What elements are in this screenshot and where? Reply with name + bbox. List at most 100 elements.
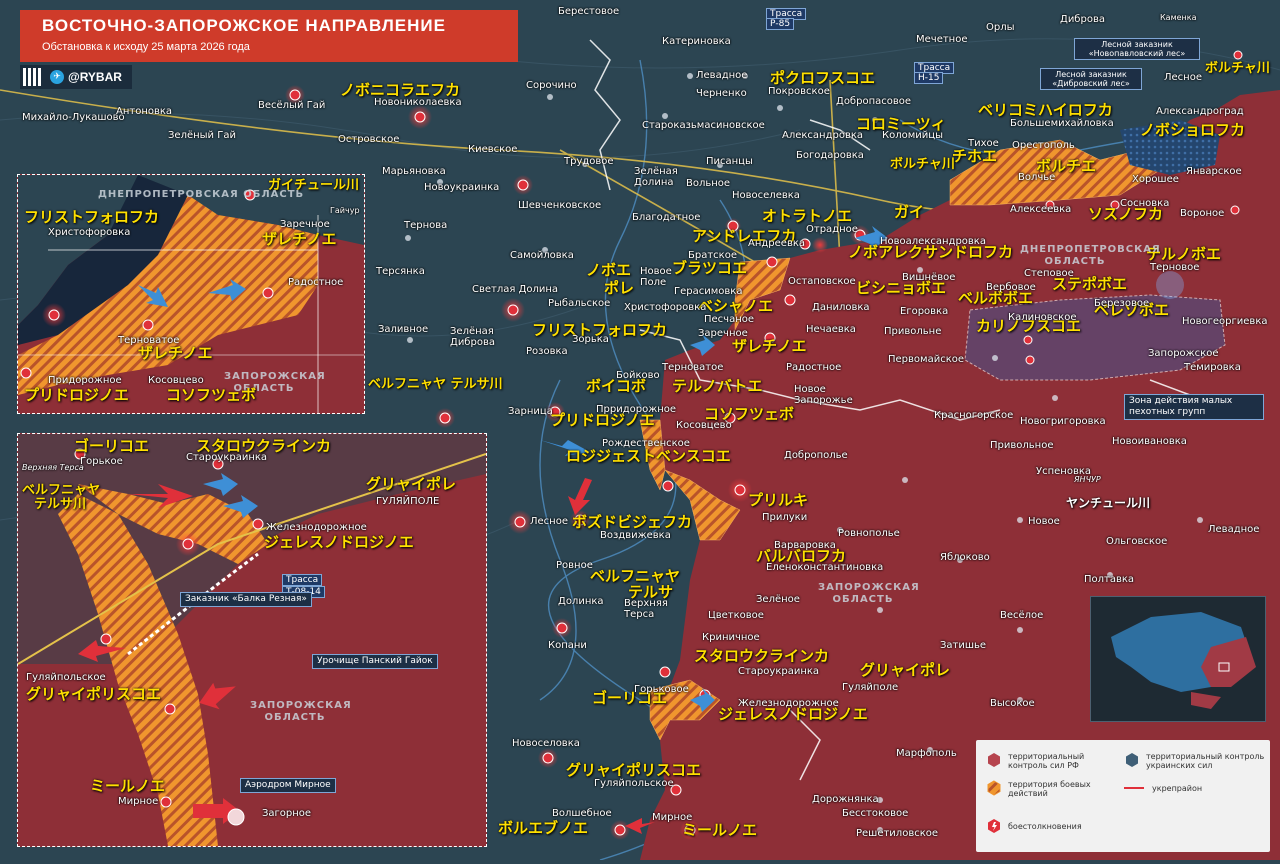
label-novoshorovka: ノボショロフカ [1140, 121, 1246, 139]
telegram-icon: ✈ [50, 70, 64, 84]
overview-minimap[interactable] [1090, 596, 1266, 722]
map-title: ВОСТОЧНО-ЗАПОРОЖСКОЕ НАПРАВЛЕНИЕ [42, 16, 446, 35]
title-banner: ВОСТОЧНО-ЗАПОРОЖСКОЕ НАПРАВЛЕНИЕ Обстано… [20, 10, 518, 62]
place-andreevka: Андреевка [748, 238, 806, 249]
place-yablokovo: Яблоково [940, 552, 990, 563]
place-egorovka: Егоровка [900, 306, 949, 317]
place-zelenaya-dolina: Зелёная Долина [634, 166, 678, 188]
place-katerinovka: Катериновка [662, 36, 731, 47]
place-rozhdestvenskoe: Рождественское [602, 438, 690, 449]
inset-north-place-pridorozhnoe: Придорожное [48, 375, 122, 386]
label-volchya-river-ne: ボルチャ川 [1205, 61, 1270, 76]
place-antonovka: Антоновка [116, 106, 173, 117]
inset-south-label-mirnoe: ミールノエ [90, 777, 166, 795]
place-mirnoe: Мирное [652, 812, 693, 823]
place-yanvarskoe: Январское [1186, 166, 1242, 177]
place-aleksandrovka: Александровка [782, 130, 864, 141]
place-krinichnoe: Криничное [702, 632, 760, 643]
place-novonikolaevka: Новониколаевка [374, 97, 462, 108]
minimap-svg [1111, 612, 1256, 709]
label-gulyaipolskoe: グリャイポリスコエ [566, 761, 702, 779]
inset-south-place-zheleznodorozhnoe: Железнодорожное [266, 522, 367, 533]
place-ternovoe: Терновое [1150, 262, 1200, 273]
inset-south-place-zagornoe: Загорное [262, 808, 312, 819]
place-zeleny-gai: Зелёный Гай [168, 130, 236, 141]
place-pisantsy: Писанцы [706, 156, 753, 167]
place-radostnoe: Радостное [786, 362, 842, 373]
inset-north-label-pridorozhnoe: プリドロジノエ [24, 386, 129, 404]
place-novoselevka: Новоселевка [732, 190, 800, 201]
place-trudovoe: Трудовое [564, 156, 614, 167]
place-peschanoe: Песчаное [704, 314, 755, 325]
place-privolnoe: Привольное [990, 440, 1054, 451]
label-rozhdestvenskoe: ロジジェストベンスコエ [566, 447, 731, 465]
inset-north-region-dnipro: ДНЕПРОПЕТРОВСКАЯ ОБЛАСТЬ [98, 189, 305, 200]
place-gerasimovka: Герасимовка [674, 286, 743, 297]
inset-north-place-khristoforovka: Христофоровка [48, 227, 131, 238]
place-zatishye: Затишье [940, 640, 987, 651]
inset-south-label-gorkoe: ゴーリコエ [74, 437, 150, 455]
place-olgovskoe: Ольговское [1106, 536, 1168, 547]
legend-fortification: укрепрайон [1152, 784, 1203, 793]
ua-control-hex-icon [1126, 753, 1138, 767]
label-novonikolaevka: ノボニコラエフカ [340, 81, 461, 99]
label-bratskoe: ブラツコエ [672, 259, 748, 277]
place-berezovoe: Березовое [1094, 298, 1150, 309]
place-veseloe: Весёлое [1000, 610, 1044, 621]
label-novoe: ノボエ [586, 261, 632, 279]
inset-north-place-kosovtsevo: Косовцево [148, 375, 204, 386]
contested-hex-icon [987, 780, 1001, 796]
place-novoe: Новое [1028, 516, 1060, 527]
place-aleksandrograd: Александроград [1156, 106, 1244, 117]
place-tersyanka: Терсянка [376, 266, 425, 277]
place-bratskoe: Братское [688, 250, 737, 261]
label-volshebnoe: ボルエブノエ [498, 819, 589, 837]
place-mechetnoe: Мечетное [916, 34, 968, 45]
place-dobropolie: Добропольe [784, 450, 848, 461]
place-zarechnoe: Заречное [698, 328, 748, 339]
place-dobropasovoe: Добропасовое [836, 96, 912, 107]
inset-south-label-verkhnyaya: ベルフニャヤ [22, 483, 101, 498]
place-rybalskoe: Рыбальское [548, 298, 611, 309]
place-ostapovskoe: Остаповское [788, 276, 856, 287]
label-peschanoe: ベシャノエ [698, 297, 774, 315]
place-sorochino: Сорочино [526, 80, 577, 91]
label-volchya-river: ボルチャ川 [890, 157, 955, 172]
place-shevchenkovskoe: Шевченковское [518, 200, 602, 211]
place-elenokonstantinovka: Еленоконстантиновка [766, 562, 884, 573]
place-volnoe: Вольное [686, 178, 731, 189]
place-nechaevka: Нечаевка [806, 324, 856, 335]
place-zheleznodorozhnoe: Железнодорожное [738, 698, 839, 709]
label-ternovatoe: テルノバトエ [672, 377, 763, 395]
map-subtitle: Обстановка к исходу 25 марта 2026 года [42, 41, 250, 53]
label-gulyaipole: グリャイポレ [860, 661, 951, 679]
reserve-novopavlovsky: Лесной заказник «Новопавловский лес» [1074, 38, 1200, 60]
inset-south-tract: Урочище Панский Гайок [312, 654, 438, 669]
label-verkhnyaya-tersa-river: ベルフニャヤ テルサ川 [368, 377, 503, 392]
place-kopani: Копани [548, 640, 587, 651]
place-ternovatoe: Терноватое [662, 362, 724, 373]
place-ternova: Тернова [404, 220, 448, 231]
reserve-dibrovsky: Лесной заказник «Дибровский лес» [1040, 68, 1142, 90]
place-rozovka: Розовка [526, 346, 568, 357]
region-dnipropetrovsk: ДНЕПРОПЕТРОВСКАЯ ОБЛАСТЬ [1020, 244, 1161, 267]
place-poltavka: Полтавка [1084, 574, 1135, 585]
map-canvas[interactable]: ВОСТОЧНО-ЗАПОРОЖСКОЕ НАПРАВЛЕНИЕ Обстано… [0, 0, 1280, 861]
place-volchye: Волчье [1018, 172, 1056, 183]
place-stepovoe: Степовое [1024, 268, 1074, 279]
place-tikhoe: Тихое [968, 138, 999, 149]
region-zaporozhye: ЗАПОРОЖСКАЯ ОБЛАСТЬ [818, 582, 920, 605]
zone-infantry-groups: Зона действия малых пехотных групп [1124, 394, 1264, 420]
place-berestovoe: Берестовое [558, 6, 620, 17]
label-tikhoe: チホエ [952, 147, 998, 165]
place-verkhnyaya-tersa: Верхняя Терса [624, 598, 668, 620]
place-chernenko: Черненко [696, 88, 747, 99]
place-otradnoe: Отрадное [806, 224, 858, 235]
label-pokrovskoe: ポクロフスコエ [770, 69, 876, 87]
qr-code-icon [23, 68, 41, 86]
clash-icon [988, 819, 1000, 833]
inset-north-place-gaichur: Гайчур [330, 206, 360, 215]
label-yanchur-river: ヤンチュール川 [1066, 496, 1151, 510]
legend-contested: территория боевых действий [1008, 780, 1091, 798]
brand-bar[interactable]: ✈ @RYBAR [20, 65, 132, 89]
